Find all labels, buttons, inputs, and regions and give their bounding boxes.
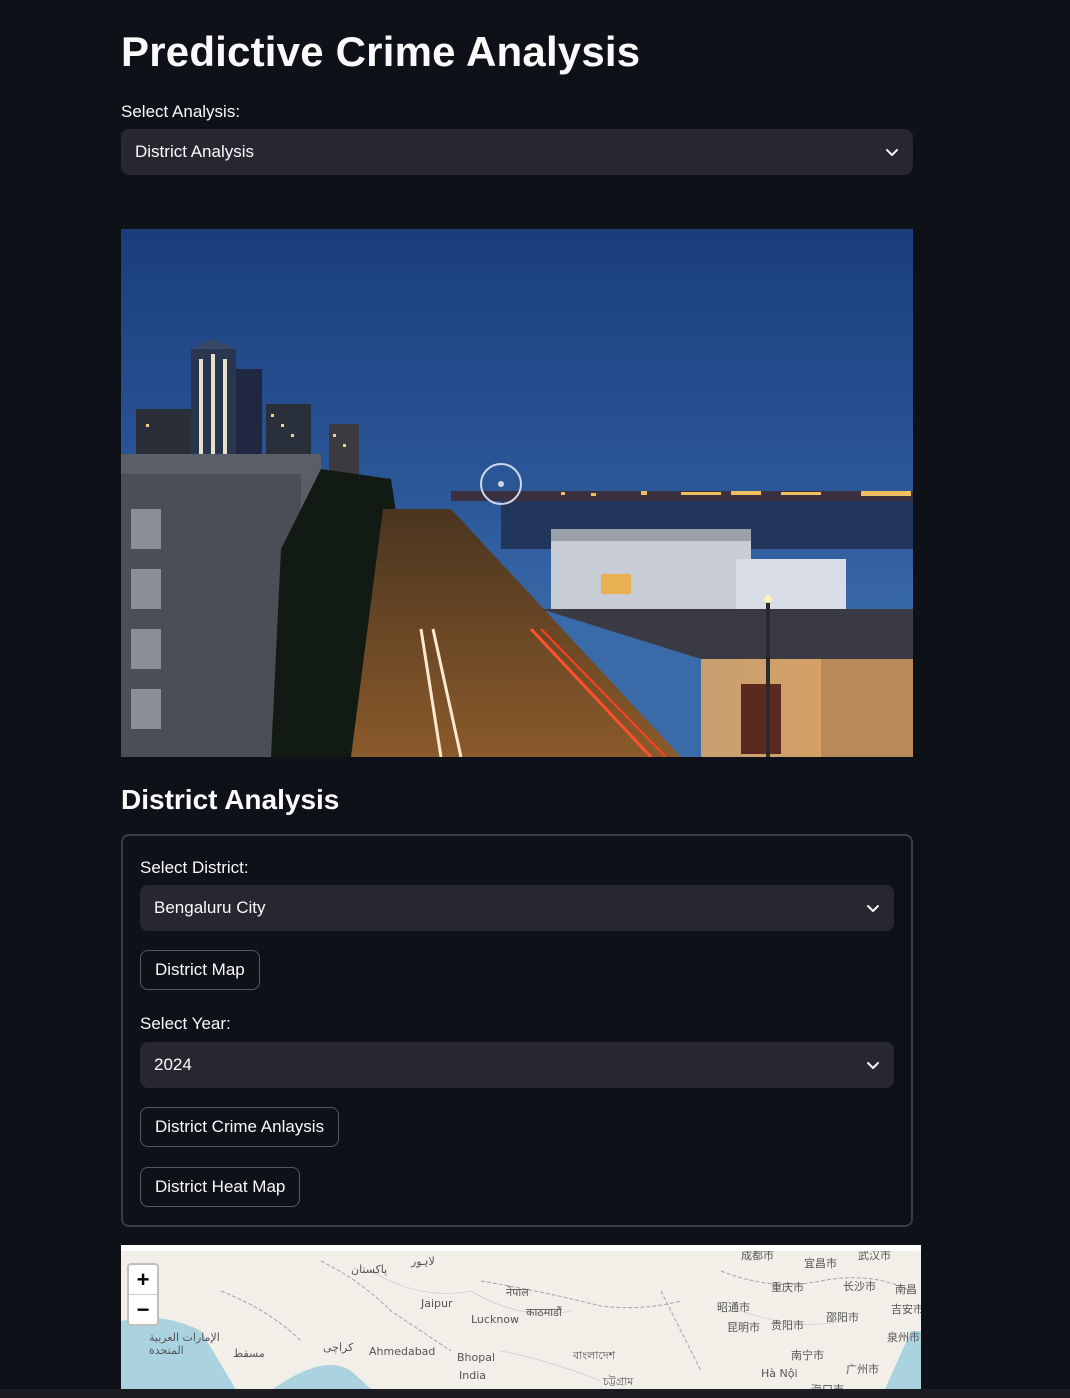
map-label: 邵阳市 [826, 1311, 859, 1324]
map-label: کراچی [323, 1341, 354, 1354]
map-label: Hà Nội [761, 1367, 798, 1380]
district-select-value: Bengaluru City [154, 898, 266, 917]
map-label: 重庆市 [771, 1281, 804, 1294]
map-label: 宜昌市 [804, 1257, 837, 1270]
map-label: 昆明市 [727, 1321, 760, 1334]
map-label: 贵阳市 [771, 1319, 804, 1332]
district-analysis-heading: District Analysis [121, 784, 340, 815]
district-map[interactable]: پاکستان لاہور Jaipur Lucknow नेपाल काठमा… [121, 1245, 921, 1398]
map-zoom-control: + − [127, 1263, 159, 1326]
zoom-in-button[interactable]: + [129, 1265, 157, 1294]
map-label: 吉安市 [891, 1303, 921, 1316]
year-select-value: 2024 [154, 1055, 192, 1074]
map-label: India [459, 1369, 486, 1382]
chevron-down-icon [867, 905, 879, 912]
zoom-out-button[interactable]: − [129, 1294, 157, 1324]
district-select-label: Select District: [140, 858, 249, 877]
page-title: Predictive Crime Analysis [121, 28, 641, 75]
chevron-down-icon [867, 1062, 879, 1069]
district-map-button[interactable]: District Map [140, 950, 260, 990]
map-label: 南昌 [895, 1283, 917, 1296]
city-night-waterfront-image [121, 229, 913, 757]
map-label: काठमाडौं [526, 1306, 562, 1319]
analysis-select-label: Select Analysis: [121, 102, 241, 121]
map-label: لاہور [411, 1255, 435, 1268]
map-label: Jaipur [421, 1297, 453, 1310]
map-label: 泉州市 [887, 1331, 920, 1344]
map-label: 武汉市 [858, 1249, 891, 1262]
bottom-scrollbar [0, 1389, 1070, 1398]
map-label: 南宁市 [791, 1349, 824, 1362]
year-select-label: Select Year: [140, 1014, 231, 1033]
district-select[interactable]: Bengaluru City [140, 885, 894, 931]
map-label: Lucknow [471, 1313, 520, 1326]
map-label: Bhopal [457, 1351, 496, 1364]
map-label: پاکستان [351, 1263, 388, 1276]
year-select[interactable]: 2024 [140, 1042, 894, 1088]
map-label: 广州市 [846, 1363, 879, 1376]
map-label: বাংলাদেশ [573, 1349, 616, 1362]
map-label: Ahmedabad [369, 1345, 436, 1358]
map-label: 成都市 [741, 1249, 774, 1262]
district-heat-map-button[interactable]: District Heat Map [140, 1167, 301, 1207]
map-label: 昭通市 [717, 1301, 750, 1314]
map-label: 长沙市 [843, 1280, 876, 1293]
district-crime-analysis-button[interactable]: District Crime Anlaysis [140, 1107, 340, 1147]
analysis-select[interactable]: District Analysis [121, 129, 913, 175]
map-label: الإمارات العربية المتحدة [149, 1331, 220, 1357]
analysis-select-value: District Analysis [135, 142, 255, 161]
map-label: नेपाल [506, 1286, 529, 1299]
chevron-down-icon [886, 149, 898, 156]
map-label: مسقط [233, 1347, 265, 1360]
